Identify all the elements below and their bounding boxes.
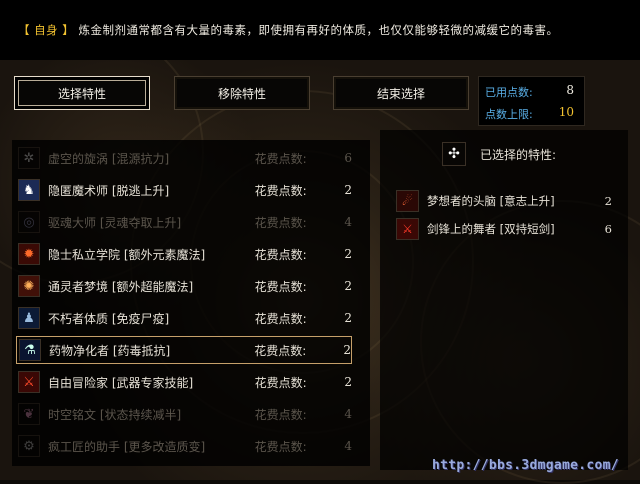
trait-row[interactable]: ❦ 时空铭文 [状态持续减半] 花费点数: 4 (16, 400, 352, 428)
vortex-icon: ✲ (18, 147, 40, 169)
description-text: 炼金制剂通常都含有大量的毒素，即使拥有再好的体质，也仅仅能够轻微的减缓它的毒害。 (78, 23, 559, 37)
finish-selection-button[interactable]: 结束选择 (333, 76, 469, 110)
spiral-icon: ✣ (442, 142, 466, 166)
selected-traits-title: 已选择的特性: (480, 147, 557, 162)
trait-row[interactable]: ✹ 隐士私立学院 [额外元素魔法] 花费点数: 2 (16, 240, 352, 268)
blades-icon: ⚔ (396, 218, 419, 240)
potion-icon: ⚗ (19, 339, 41, 361)
soul-icon: ◎ (18, 211, 40, 233)
psychic-icon: ✺ (18, 275, 40, 297)
selected-trait-row[interactable]: ☄ 梦想者的头脑 [意志上升] 2 (396, 190, 612, 212)
trait-row[interactable]: ♞ 隐匿魔术师 [脱逃上升] 花费点数: 2 (16, 176, 352, 204)
trait-row[interactable]: ◎ 驱魂大师 [灵魂夺取上升] 花费点数: 4 (16, 208, 352, 236)
weapons-icon: ⚔ (18, 371, 40, 393)
max-points-label: 点数上限: (485, 108, 533, 121)
trait-row[interactable]: ✲ 虚空的旋涡 [混源抗力] 花费点数: 6 (16, 144, 352, 172)
used-points-value: 8 (566, 83, 574, 97)
description-bar: 【 自身 】 炼金制剂通常都含有大量的毒素，即使拥有再好的体质，也仅仅能够轻微的… (0, 0, 640, 60)
flame-icon: ✹ (18, 243, 40, 265)
kangaroo-icon: ♞ (18, 179, 40, 201)
trait-list: ✲ 虚空的旋涡 [混源抗力] 花费点数: 6 ♞ 隐匿魔术师 [脱逃上升] 花费… (12, 140, 370, 466)
gear-icon: ⚙ (18, 435, 40, 457)
mind-icon: ☄ (396, 190, 419, 212)
selected-trait-row[interactable]: ⚔ 剑锋上的舞者 [双持短剑] 6 (396, 218, 612, 240)
trait-row-selected[interactable]: ⚗ 药物净化者 [药毒抵抗] 花费点数: 2 (16, 336, 352, 364)
figure-icon: ♟ (18, 307, 40, 329)
select-trait-button[interactable]: 选择特性 (14, 76, 150, 110)
trait-row[interactable]: ♟ 不朽者体质 [免疫尸疫] 花费点数: 2 (16, 304, 352, 332)
remove-trait-button[interactable]: 移除特性 (174, 76, 310, 110)
trait-row[interactable]: ⚔ 自由冒险家 [武器专家技能] 花费点数: 2 (16, 368, 352, 396)
max-points-value: 10 (558, 105, 574, 119)
description-tag: 【 自身 】 (18, 23, 75, 37)
used-points-label: 已用点数: (485, 86, 533, 99)
watermark-url: http://bbs.3dmgame.com/ (432, 458, 619, 473)
trait-row[interactable]: ⚙ 疯工匠的助手 [更多改造质变] 花费点数: 4 (16, 432, 352, 460)
selected-traits-panel: ✣ 已选择的特性: ☄ 梦想者的头脑 [意志上升] 2 ⚔ 剑锋上的舞者 [双持… (380, 130, 628, 470)
rune-icon: ❦ (18, 403, 40, 425)
points-panel: 已用点数: 8 点数上限: 10 (478, 76, 585, 126)
trait-row[interactable]: ✺ 通灵者梦境 [额外超能魔法] 花费点数: 2 (16, 272, 352, 300)
